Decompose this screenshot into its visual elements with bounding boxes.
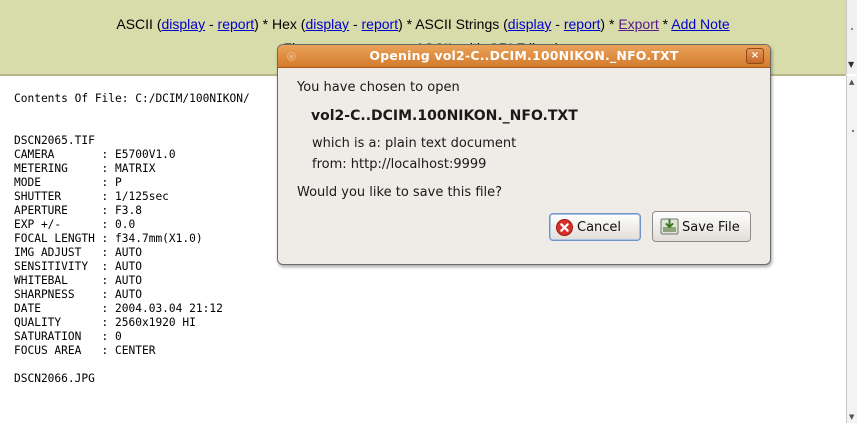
dialog-title: Opening vol2-C..DCIM.100NIKON._NFO.TXT — [369, 48, 679, 63]
ascii-label: ASCII ( — [116, 16, 162, 32]
scroll-marker — [852, 130, 854, 132]
open-file-dialog: Opening vol2-C..DCIM.100NIKON._NFO.TXT ×… — [277, 44, 771, 265]
cancel-icon — [556, 219, 573, 236]
dialog-titlebar[interactable]: Opening vol2-C..DCIM.100NIKON._NFO.TXT × — [278, 45, 770, 68]
separator: - — [205, 16, 218, 32]
file-name: vol2-C..DCIM.100NIKON._NFO.TXT — [311, 108, 578, 124]
source-url: http://localhost:9999 — [350, 157, 487, 172]
ascii-strings-label: ) * ASCII Strings ( — [398, 16, 508, 32]
source-row: from: http://localhost:9999 — [312, 157, 486, 172]
separator: ) * — [600, 16, 619, 32]
file-type-row: which is a: plain text document — [312, 136, 516, 151]
hex-label: ) * Hex ( — [254, 16, 306, 32]
cancel-button[interactable]: Cancel — [549, 213, 641, 241]
strings-display-link[interactable]: display — [508, 16, 552, 32]
scroll-marker — [851, 28, 853, 30]
which-is-label: which is a: — [312, 136, 381, 151]
separator: * — [658, 16, 672, 32]
hex-display-link[interactable]: display — [305, 16, 349, 32]
scroll-up-arrow-icon[interactable]: ▲ — [849, 78, 854, 86]
ascii-report-link[interactable]: report — [218, 16, 255, 32]
scroll-down-arrow-icon[interactable]: ▼ — [848, 60, 854, 69]
save-download-icon — [660, 218, 679, 235]
save-file-button[interactable]: Save File — [652, 211, 751, 242]
add-note-link[interactable]: Add Note — [671, 16, 729, 32]
view-options-line: ASCII (display - report) * Hex (display … — [0, 16, 846, 32]
cancel-label: Cancel — [577, 220, 622, 235]
save-file-label: Save File — [682, 220, 740, 235]
contents-scrollbar[interactable]: ▲ ▼ — [846, 76, 857, 423]
separator: - — [551, 16, 564, 32]
export-link[interactable]: Export — [618, 16, 658, 32]
separator: - — [349, 16, 362, 32]
save-question: Would you like to save this file? — [297, 185, 503, 200]
scroll-down-arrow-icon[interactable]: ▼ — [849, 413, 854, 421]
file-contents-text: Contents Of File: C:/DCIM/100NIKON/ DSCN… — [14, 92, 250, 385]
close-icon[interactable]: × — [746, 48, 764, 64]
intro-text: You have chosen to open — [297, 80, 460, 95]
strings-report-link[interactable]: report — [564, 16, 601, 32]
hex-report-link[interactable]: report — [362, 16, 399, 32]
file-type-value: plain text document — [385, 136, 517, 151]
from-label: from: — [312, 157, 347, 172]
ascii-display-link[interactable]: display — [162, 16, 206, 32]
